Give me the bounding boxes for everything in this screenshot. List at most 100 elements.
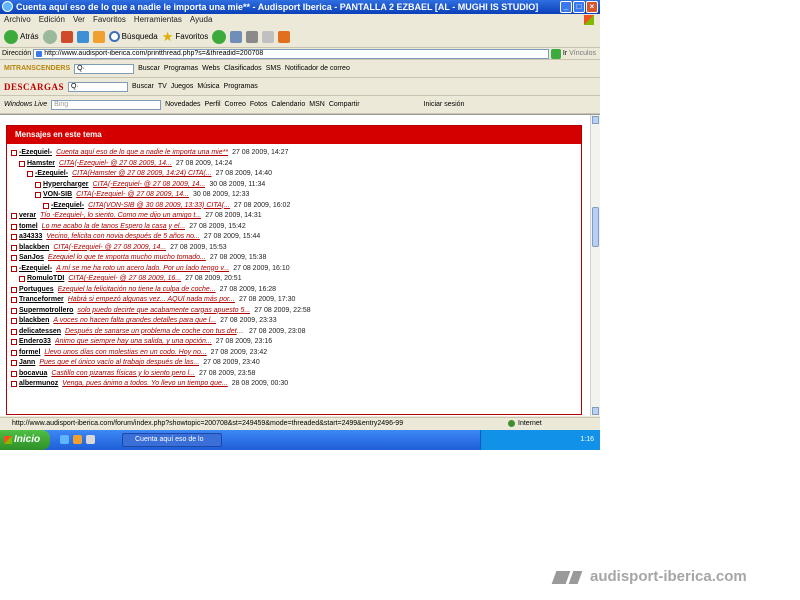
post-author-link[interactable]: bocavua: [19, 369, 47, 380]
post-subject-link[interactable]: CITA(-Ezequiel- @ 27 08 2009, 16...: [68, 274, 181, 285]
descargas-buscar-button[interactable]: Buscar: [132, 83, 154, 90]
thread-row[interactable]: -Ezequiel- Cuenta aquí eso de lo que a na…: [11, 148, 581, 159]
messenger-icon[interactable]: [278, 30, 291, 43]
history-icon[interactable]: [212, 29, 227, 44]
thread-row[interactable]: RomuloTDI CITA(-Ezequiel- @ 27 08 2009, 1…: [11, 274, 581, 285]
post-subject-link[interactable]: solo puedo decirte que acabamente cargas…: [77, 306, 250, 317]
post-author-link[interactable]: albermunoz: [19, 379, 58, 390]
thread-row[interactable]: -Ezequiel- CITA(VON-SIB @ 30 08 2009, 13:…: [11, 201, 581, 212]
post-author-link[interactable]: Jann: [19, 358, 35, 369]
thread-row[interactable]: formel Llevo unos días con molestias en u…: [11, 348, 581, 359]
post-subject-link[interactable]: Habrá si empezó algunas vez... AQUÍ nada…: [68, 295, 235, 306]
post-subject-link[interactable]: Castillo con pizarras físicas y lo sient…: [51, 369, 195, 380]
thread-row[interactable]: Jann Pues que el único vacío al trabajo d…: [11, 358, 581, 369]
post-author-link[interactable]: VON-SIB: [43, 190, 72, 201]
clasificados-menu[interactable]: Clasificados: [224, 65, 262, 72]
edit-icon[interactable]: [262, 30, 275, 43]
thread-row[interactable]: bocavua Castillo con pizarras físicas y l…: [11, 369, 581, 380]
thread-row[interactable]: Tranceformer Habrá si empezó algunas vez.…: [11, 295, 581, 306]
scroll-up-arrow-icon[interactable]: [592, 116, 599, 124]
thread-row[interactable]: Hamster CITA(-Ezequiel- @ 27 08 2009, 14.…: [11, 159, 581, 170]
post-author-link[interactable]: delicatessen: [19, 327, 61, 338]
windows-live-search-input[interactable]: Bing: [51, 99, 162, 110]
sms-link[interactable]: SMS: [266, 65, 281, 72]
post-subject-link[interactable]: Venga, pues ánimo a todos. Yo llevo un t…: [62, 379, 227, 390]
buscar-button[interactable]: Buscar: [138, 65, 160, 72]
post-subject-link[interactable]: CITA(-Ezequiel- @ 27 08 2009, 14...: [53, 243, 166, 254]
calendario-link[interactable]: Calendario: [271, 101, 305, 108]
thread-row[interactable]: Hypercharger CITA(-Ezequiel- @ 27 08 2009…: [11, 180, 581, 191]
descargas-programas-link[interactable]: Programas: [224, 83, 258, 90]
media-quicklaunch-icon[interactable]: [73, 435, 82, 444]
back-button[interactable]: Atrás: [4, 29, 39, 44]
menu-item-archivo[interactable]: Archivo: [4, 14, 31, 26]
post-subject-link[interactable]: A voces no hacen falta grandes detalles …: [53, 316, 216, 327]
mitranscenders-search-input[interactable]: Q·: [74, 63, 135, 74]
thread-row[interactable]: Endero33 Animo que siempre hay una salida…: [11, 337, 581, 348]
thread-row[interactable]: Portugues Ezequiel la felicitación no tie…: [11, 285, 581, 296]
post-subject-link[interactable]: CITA(VON-SIB @ 30 08 2009, 13:33) CITA(.…: [88, 201, 230, 212]
post-author-link[interactable]: -Ezequiel-: [35, 169, 68, 180]
post-author-link[interactable]: -Ezequiel-: [19, 264, 52, 275]
maximize-button[interactable]: □: [573, 1, 585, 13]
tv-link[interactable]: TV: [158, 83, 167, 90]
print-icon[interactable]: [246, 30, 259, 43]
search-button[interactable]: Búsqueda: [108, 31, 158, 42]
favorites-button[interactable]: ★ Favoritos: [162, 29, 209, 45]
post-subject-link[interactable]: A mí se me ha roto un acero lado. Por un…: [56, 264, 229, 275]
post-author-link[interactable]: -Ezequiel-: [51, 201, 84, 212]
post-subject-link[interactable]: Cuenta aquí eso de lo que a nadie le imp…: [56, 148, 228, 159]
menu-item-ver[interactable]: Ver: [73, 14, 85, 26]
thread-row[interactable]: delicatessen Después de sanarse un proble…: [11, 327, 581, 338]
menu-item-herramientas[interactable]: Herramientas: [134, 14, 182, 26]
post-author-link[interactable]: a34333: [19, 232, 42, 243]
menu-item-edicion[interactable]: Edición: [39, 14, 65, 26]
webs-menu[interactable]: Webs: [202, 65, 220, 72]
post-subject-link[interactable]: CITA(-Ezequiel- @ 27 08 2009, 14...: [76, 190, 189, 201]
thread-row[interactable]: verar Tío -Ezequiel-, lo siento. Como me …: [11, 211, 581, 222]
forward-button[interactable]: [42, 29, 57, 44]
post-author-link[interactable]: -Ezequiel-: [19, 148, 52, 159]
scroll-down-arrow-icon[interactable]: [592, 407, 599, 415]
post-author-link[interactable]: Hypercharger: [43, 180, 89, 191]
novedades-link[interactable]: Novedades: [165, 101, 200, 108]
desktop-quicklaunch-icon[interactable]: [86, 435, 95, 444]
thread-row[interactable]: -Ezequiel- CITA(Hamster @ 27 08 2009, 14:…: [11, 169, 581, 180]
programas-menu[interactable]: Programas: [164, 65, 198, 72]
post-author-link[interactable]: SanJos: [19, 253, 44, 264]
thread-row[interactable]: SanJos Ezequiel lo que te importa mucho m…: [11, 253, 581, 264]
thread-row[interactable]: tomel Lo me acabo la de tanos Espero la c…: [11, 222, 581, 233]
fotos-link[interactable]: Fotos: [250, 101, 268, 108]
post-author-link[interactable]: RomuloTDI: [27, 274, 64, 285]
thread-row[interactable]: blackben CITA(-Ezequiel- @ 27 08 2009, 14…: [11, 243, 581, 254]
post-author-link[interactable]: Portugues: [19, 285, 54, 296]
post-subject-link[interactable]: Después de sanarse un problema de coche …: [65, 327, 245, 338]
go-button[interactable]: Ir: [563, 50, 567, 57]
post-subject-link[interactable]: Animo que siempre hay una salida, y una …: [55, 337, 212, 348]
notificador-link[interactable]: Notificador de correo: [285, 65, 350, 72]
taskbar-window-button[interactable]: Cuenta aquí eso de lo: [122, 433, 222, 447]
post-author-link[interactable]: Tranceformer: [19, 295, 64, 306]
post-subject-link[interactable]: Ezequiel la felicitación no tiene la cul…: [58, 285, 216, 296]
start-button[interactable]: Inicio: [0, 430, 50, 450]
musica-link[interactable]: Música: [197, 83, 219, 90]
msn-link[interactable]: MSN: [309, 101, 325, 108]
menu-item-ayuda[interactable]: Ayuda: [190, 14, 213, 26]
stop-icon[interactable]: [60, 30, 73, 43]
post-author-link[interactable]: verar: [19, 211, 36, 222]
vertical-scrollbar[interactable]: [590, 115, 600, 416]
links-label[interactable]: Vínculos: [569, 50, 600, 57]
post-author-link[interactable]: Endero33: [19, 337, 51, 348]
post-subject-link[interactable]: Vecino, felicita con novia después de 5 …: [46, 232, 199, 243]
compartir-link[interactable]: Compartir: [329, 101, 360, 108]
minimize-button[interactable]: _: [560, 1, 572, 13]
perfil-link[interactable]: Perfil: [205, 101, 221, 108]
post-subject-link[interactable]: CITA(-Ezequiel- @ 27 08 2009, 14...: [93, 180, 206, 191]
scroll-thumb[interactable]: [592, 207, 599, 247]
thread-row[interactable]: blackben A voces no hacen falta grandes d…: [11, 316, 581, 327]
thread-row[interactable]: albermunoz Venga, pues ánimo a todos. Yo …: [11, 379, 581, 390]
close-button[interactable]: ×: [586, 1, 598, 13]
post-subject-link[interactable]: Lo me acabo la de tanos Espero la casa y…: [42, 222, 186, 233]
thread-row[interactable]: a34333 Vecino, felicita con novia después…: [11, 232, 581, 243]
post-author-link[interactable]: blackben: [19, 243, 49, 254]
